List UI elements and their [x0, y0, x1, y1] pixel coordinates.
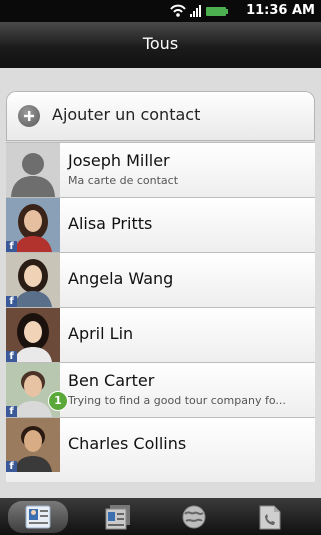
facebook-icon: f [6, 241, 17, 252]
contact-row-april-lin[interactable]: f April Lin [6, 307, 315, 362]
facebook-icon: f [6, 296, 17, 307]
tab-contacts[interactable] [8, 501, 68, 533]
contact-name: Charles Collins [68, 434, 187, 453]
contact-row-charles-collins[interactable]: f Charles Collins [6, 417, 315, 482]
facebook-icon: f [6, 406, 17, 417]
contacts-list[interactable]: Ajouter un contact Joseph Miller Ma cart… [0, 68, 321, 498]
add-contact-label: Ajouter un contact [52, 105, 201, 124]
tab-groups[interactable] [88, 501, 148, 533]
avatar: f 1 [6, 363, 68, 417]
plus-icon [18, 105, 40, 127]
contact-name: Ben Carter [68, 371, 155, 390]
clock: 11:36 AM [246, 3, 315, 18]
wifi-icon [170, 4, 186, 17]
update-count-badge: 1 [48, 391, 68, 411]
facebook-icon: f [6, 461, 17, 472]
contact-row-alisa-pritts[interactable]: f Alisa Pritts [6, 197, 315, 252]
avatar-placeholder [6, 143, 60, 197]
contact-row-joseph-miller[interactable]: Joseph Miller Ma carte de contact [6, 142, 315, 197]
avatar: f [6, 418, 60, 472]
status-icons [170, 4, 228, 17]
tab-online-directory[interactable] [164, 501, 224, 533]
signal-icon [190, 5, 201, 17]
avatar: f [6, 253, 60, 307]
contact-name: Joseph Miller [68, 151, 170, 170]
bottom-tab-bar [0, 498, 321, 535]
groups-tab-icon [105, 505, 130, 530]
contact-status-update: Trying to find a good tour company fo... [68, 394, 286, 407]
contact-name: Angela Wang [68, 269, 174, 288]
avatar: f [6, 308, 60, 362]
facebook-icon: f [6, 351, 17, 362]
page-title: Tous [142, 34, 179, 53]
contact-subtitle: Ma carte de contact [68, 174, 179, 187]
contact-row-angela-wang[interactable]: f Angela Wang [6, 252, 315, 307]
contact-name: April Lin [68, 324, 134, 343]
battery-icon [206, 7, 228, 16]
status-bar: 11:36 AM [0, 0, 321, 22]
tab-call-history[interactable] [240, 501, 300, 533]
online-directory-tab-icon [182, 505, 206, 529]
contact-row-ben-carter[interactable]: f 1 Ben Carter Trying to find a good tou… [6, 362, 315, 417]
title-bar: Tous [0, 22, 321, 69]
call-history-tab-icon [259, 505, 281, 530]
contacts-tab-icon [25, 505, 51, 529]
contact-name: Alisa Pritts [68, 214, 153, 233]
avatar: f [6, 198, 60, 252]
add-contact-button[interactable]: Ajouter un contact [6, 91, 315, 141]
